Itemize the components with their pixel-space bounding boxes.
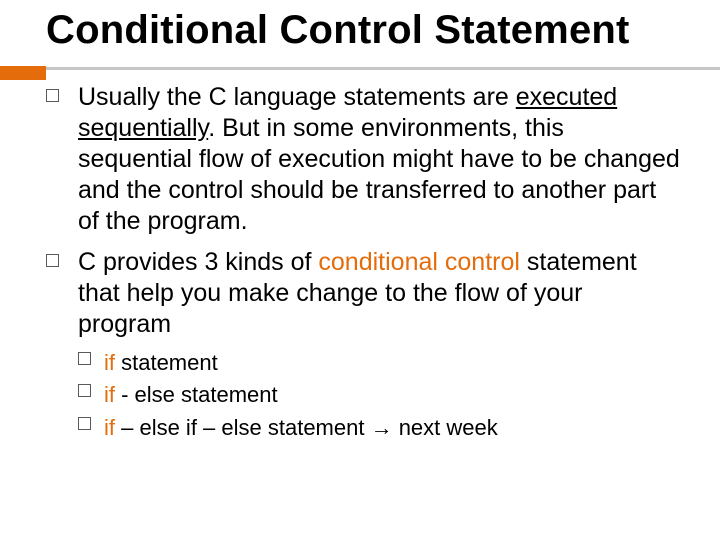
square-bullet-icon [78,384,91,397]
keyword-if: if [104,415,115,440]
keyword-if: if [104,350,115,375]
para2-part1: C provides 3 kinds of [78,248,318,276]
para1-part1: Usually the C language statements are [78,83,516,111]
slide-body: Usually the C language statements are ex… [0,76,720,443]
slide-title: Conditional Control Statement [46,8,674,53]
square-bullet-icon [78,352,91,365]
sub3-tail: next week [393,415,498,440]
sub-bullet-1: if statement [78,348,680,378]
sub-bullet-3: if – else if – else statement → next wee… [78,413,680,443]
sub-bullet-2: if - else statement [78,380,680,410]
para2-highlight: conditional control [318,248,520,276]
square-bullet-icon [46,254,59,267]
sub-bullet-list: if statement if - else statement if – el… [78,348,680,443]
keyword-if: if [104,382,115,407]
divider-rule [0,67,720,70]
arrow-right-icon: → [371,415,393,440]
bullet-1: Usually the C language statements are ex… [46,82,680,237]
sub1-rest: statement [115,350,218,375]
sub2-rest: - else statement [115,382,278,407]
bullet-2: C provides 3 kinds of conditional contro… [46,247,680,443]
sub3-mid: – else if – else statement [115,415,371,440]
accent-bar [0,66,46,80]
square-bullet-icon [46,89,59,102]
square-bullet-icon [78,417,91,430]
